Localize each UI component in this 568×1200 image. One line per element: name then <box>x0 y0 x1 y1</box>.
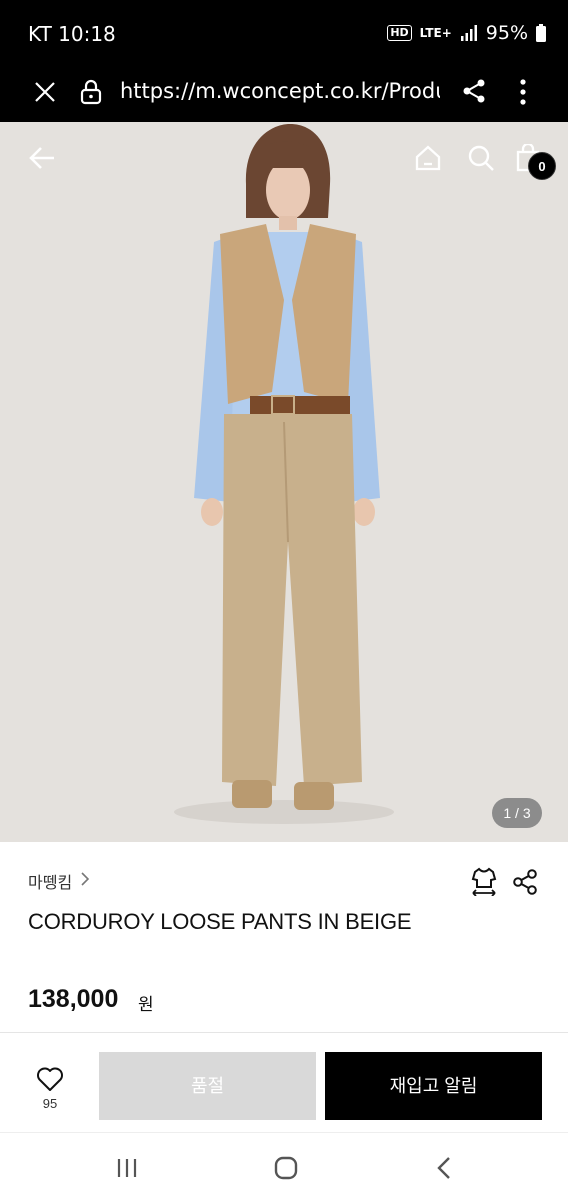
url-field[interactable]: https://m.wconcept.co.kr/Product <box>120 79 440 103</box>
lock-icon[interactable] <box>80 79 102 105</box>
carrier-time: KT 10:18 <box>28 22 116 46</box>
like-count: 95 <box>42 1096 58 1111</box>
nav-back-icon[interactable] <box>436 1156 452 1180</box>
signal-icon <box>460 25 477 41</box>
product-share-icon[interactable] <box>512 868 538 896</box>
back-arrow-icon[interactable] <box>28 146 56 170</box>
soldout-button[interactable]: 품절 <box>99 1052 316 1120</box>
browser-url-bar: https://m.wconcept.co.kr/Product <box>0 66 568 122</box>
product-photo <box>0 122 568 842</box>
system-nav-bar <box>0 1132 568 1200</box>
battery-percent: 95% <box>485 22 528 44</box>
size-guide-icon[interactable] <box>470 866 498 896</box>
share-icon[interactable] <box>462 78 486 104</box>
image-page-indicator: 1 / 3 <box>492 798 542 828</box>
product-image[interactable]: 1 / 3 <box>0 122 568 842</box>
network-type: LTE+ <box>419 26 452 40</box>
hd-voice-icon: HD <box>387 25 412 41</box>
home-button-icon[interactable] <box>273 1155 299 1181</box>
cart-count-badge: 0 <box>528 152 556 180</box>
search-icon[interactable] <box>467 144 495 172</box>
brand-name[interactable]: 마뗑킴 <box>28 869 72 893</box>
home-icon[interactable] <box>414 144 442 172</box>
status-bar: KT 10:18 HD LTE+ 95% <box>0 0 568 66</box>
product-price: 138,000 <box>28 985 119 1013</box>
status-indicators: HD LTE+ 95% <box>387 22 546 44</box>
recent-apps-icon[interactable] <box>116 1157 138 1179</box>
more-menu-icon[interactable] <box>519 79 527 105</box>
battery-icon <box>536 24 546 42</box>
heart-icon[interactable] <box>36 1066 64 1092</box>
close-icon[interactable] <box>34 81 56 103</box>
product-title: CORDUROY LOOSE PANTS IN BEIGE <box>28 909 412 934</box>
chevron-right-icon[interactable] <box>80 871 90 887</box>
price-currency: 원 <box>138 995 154 1014</box>
restock-alert-button[interactable]: 재입고 알림 <box>325 1052 542 1120</box>
